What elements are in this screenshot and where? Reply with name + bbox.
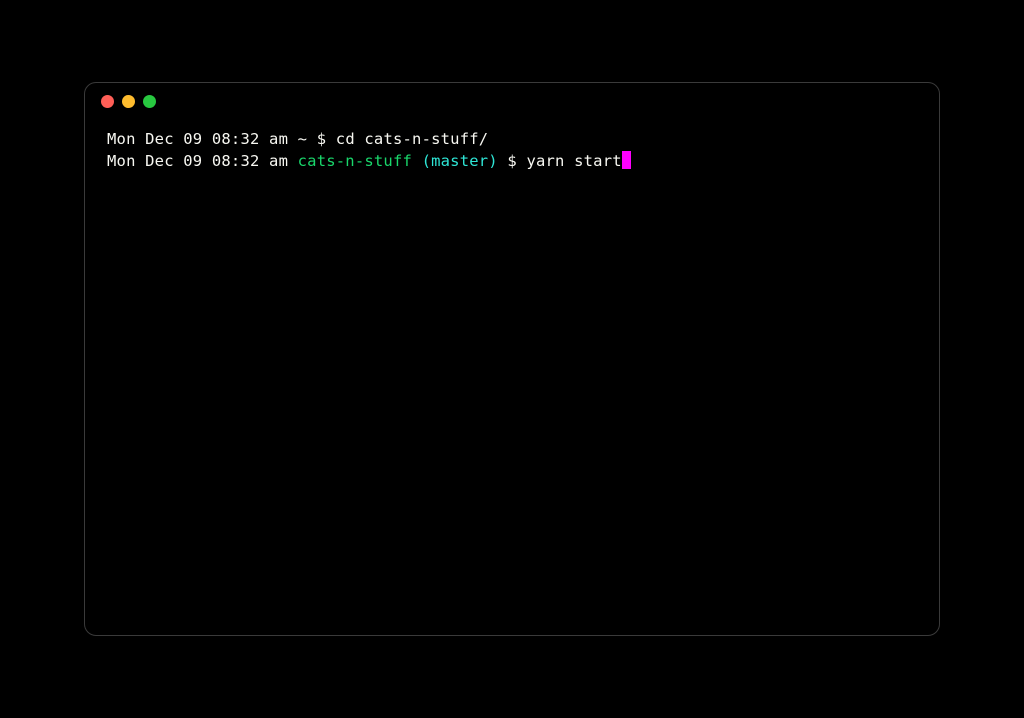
prompt-timestamp: Mon Dec 09 08:32 am	[107, 130, 298, 148]
terminal-line-2: Mon Dec 09 08:32 am cats-n-stuff (master…	[107, 151, 917, 173]
terminal-line-1: Mon Dec 09 08:32 am ~ $ cd cats-n-stuff/	[107, 129, 917, 151]
prompt-symbol: $	[507, 152, 526, 170]
terminal-body[interactable]: Mon Dec 09 08:32 am ~ $ cd cats-n-stuff/…	[85, 119, 939, 194]
prompt-symbol: $	[317, 130, 336, 148]
cursor-block	[622, 151, 631, 169]
prompt-directory: cats-n-stuff	[298, 152, 422, 170]
maximize-icon[interactable]	[143, 95, 156, 108]
minimize-icon[interactable]	[122, 95, 135, 108]
terminal-window: Mon Dec 09 08:32 am ~ $ cd cats-n-stuff/…	[84, 82, 940, 636]
close-icon[interactable]	[101, 95, 114, 108]
command-text: yarn start	[526, 152, 621, 170]
prompt-tilde: ~	[298, 130, 317, 148]
prompt-timestamp: Mon Dec 09 08:32 am	[107, 152, 298, 170]
prompt-branch: (master)	[422, 152, 508, 170]
command-text: cd cats-n-stuff/	[336, 130, 489, 148]
title-bar[interactable]	[85, 83, 939, 119]
